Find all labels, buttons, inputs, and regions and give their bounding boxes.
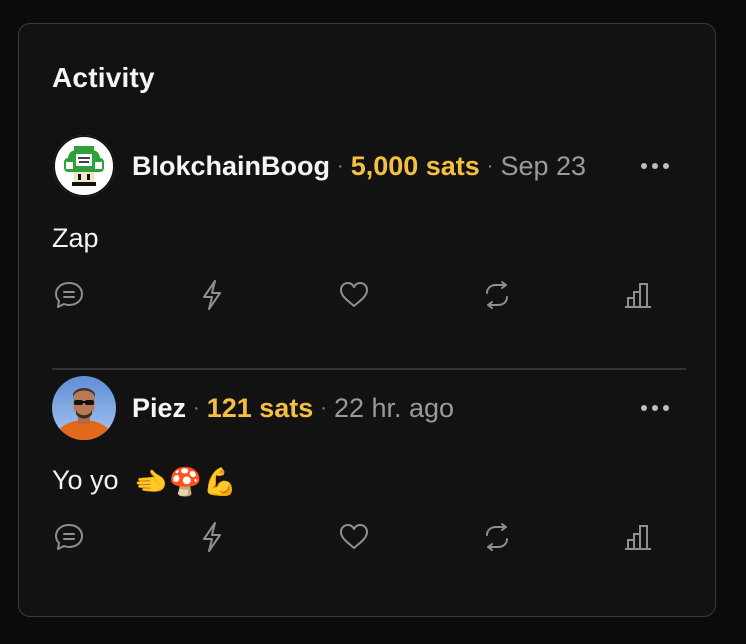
avatar[interactable]	[52, 134, 116, 198]
timestamp[interactable]: Sep 23	[500, 151, 586, 182]
reply-button[interactable]	[52, 278, 86, 312]
post-meta: Piez · 121 sats · 22 hr. ago	[132, 393, 454, 424]
reply-button[interactable]	[52, 520, 86, 554]
heart-icon	[340, 282, 368, 307]
post-actions	[52, 520, 686, 560]
repost-icon	[486, 523, 508, 551]
zap-button[interactable]	[195, 520, 229, 554]
separator: ·	[320, 396, 327, 419]
emoji-group: 🫲 🍄 💪	[134, 464, 237, 500]
reply-icon	[55, 282, 83, 308]
activity-panel: Activity BlokchainBoog · 5,000 sats · Se…	[18, 23, 716, 617]
zap-icon	[203, 522, 221, 552]
repost-button[interactable]	[480, 520, 514, 554]
author-name[interactable]: Piez	[132, 393, 186, 424]
more-icon	[641, 163, 669, 169]
mushroom-avatar-icon	[53, 135, 115, 197]
post-header: Piez · 121 sats · 22 hr. ago	[52, 376, 686, 440]
stats-icon	[625, 283, 651, 308]
stats-button[interactable]	[622, 520, 656, 554]
author-name[interactable]: BlokchainBoog	[132, 151, 330, 182]
sats-amount: 121 sats	[206, 392, 314, 423]
emoji: 🍄	[168, 466, 203, 497]
post-text: Yo yo	[52, 465, 119, 495]
separator: ·	[486, 154, 494, 177]
emoji: 🫲	[134, 466, 168, 497]
avatar[interactable]	[52, 376, 116, 440]
more-options-button[interactable]	[638, 398, 672, 418]
separator: ·	[337, 154, 344, 177]
repost-button[interactable]	[480, 278, 514, 312]
more-icon	[641, 405, 669, 411]
repost-icon	[486, 281, 508, 309]
sats-amount: 5,000 sats	[350, 150, 480, 181]
person-avatar-icon	[52, 376, 116, 440]
timestamp[interactable]: 22 hr. ago	[334, 393, 454, 424]
post-header: BlokchainBoog · 5,000 sats · Sep 23	[52, 134, 686, 198]
panel-title: Activity	[52, 62, 155, 93]
zap-icon	[203, 280, 221, 310]
more-options-button[interactable]	[638, 156, 672, 176]
heart-icon	[340, 524, 368, 549]
post-content: Zap	[52, 223, 99, 253]
reply-icon	[55, 524, 83, 550]
activity-item: Piez · 121 sats · 22 hr. ago Yo yo 🫲 🍄 💪	[52, 376, 686, 560]
emoji: 💪	[203, 466, 237, 497]
stats-icon	[625, 525, 651, 550]
zap-button[interactable]	[195, 278, 229, 312]
post-meta: BlokchainBoog · 5,000 sats · Sep 23	[132, 151, 586, 182]
post-content: Yo yo 🫲 🍄 💪	[52, 462, 686, 498]
stats-button[interactable]	[622, 278, 656, 312]
separator: ·	[193, 396, 200, 419]
post-actions	[52, 278, 686, 318]
activity-item: BlokchainBoog · 5,000 sats · Sep 23 Zap	[52, 134, 686, 318]
like-button[interactable]	[337, 278, 371, 312]
divider	[52, 368, 686, 370]
like-button[interactable]	[337, 520, 371, 554]
